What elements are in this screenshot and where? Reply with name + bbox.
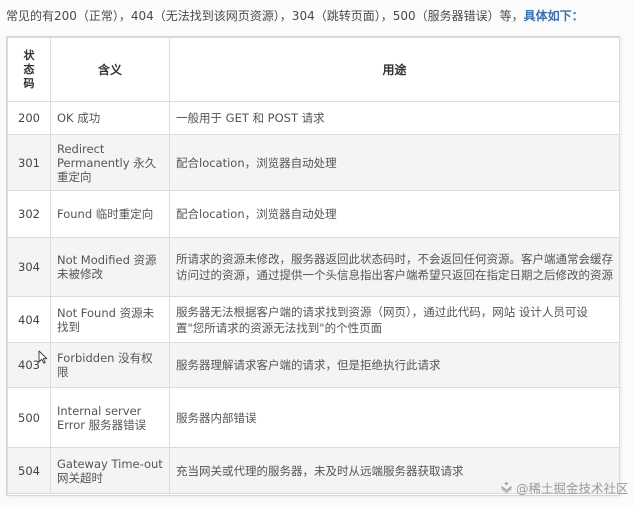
header-usage: 用途	[169, 37, 620, 102]
table-header-row: 状态码 含义 用途	[7, 37, 620, 102]
header-code: 状态码	[7, 37, 51, 102]
cell-code: 200	[7, 101, 51, 135]
juejin-logo-icon	[500, 481, 513, 494]
cell-code: 304	[7, 237, 51, 297]
status-code-table: 状态码 含义 用途 200 OK 成功 一般用于 GET 和 POST 请求 3…	[7, 37, 620, 494]
cell-usage: 一般用于 GET 和 POST 请求	[169, 101, 620, 135]
mouse-pointer-icon	[38, 350, 48, 364]
table-row: 403 Forbidden 没有权限 服务器理解请求客户端的请求，但是拒绝执行此…	[7, 342, 620, 388]
cell-meaning: Found 临时重定向	[50, 190, 170, 238]
cell-usage: 服务器内部错误	[169, 387, 620, 448]
cell-code: 504	[7, 447, 51, 494]
table-row: 302 Found 临时重定向 配合location，浏览器自动处理	[7, 190, 620, 238]
cell-meaning: OK 成功	[50, 101, 170, 135]
status-code-table-container: 状态码 含义 用途 200 OK 成功 一般用于 GET 和 POST 请求 3…	[6, 36, 620, 496]
cell-code: 301	[7, 134, 51, 191]
cell-code: 500	[7, 387, 51, 448]
cell-code: 404	[7, 296, 51, 343]
cell-meaning: Not Found 资源未找到	[50, 296, 170, 343]
header-meaning: 含义	[50, 37, 170, 102]
cell-usage: 服务器理解请求客户端的请求，但是拒绝执行此请求	[169, 342, 620, 388]
intro-emphasis: 具体如下：	[523, 9, 584, 23]
cell-meaning: Not Modified 资源未被修改	[50, 237, 170, 297]
intro-paragraph: 常见的有200（正常），404（无法找到该网页资源），304（跳转页面），500…	[6, 7, 631, 25]
cell-meaning: Forbidden 没有权限	[50, 342, 170, 388]
table-row: 301 Redirect Permanently 永久重定向 配合locatio…	[7, 134, 620, 191]
cell-usage: 服务器无法根据客户端的请求找到资源（网页），通过此代码，网站 设计人员可设置"您…	[169, 296, 620, 343]
cell-code: 302	[7, 190, 51, 238]
cell-meaning: Internal server Error 服务器错误	[50, 387, 170, 448]
cell-usage: 配合location，浏览器自动处理	[169, 134, 620, 191]
watermark: @稀土掘金技术社区	[500, 478, 629, 497]
table-row: 500 Internal server Error 服务器错误 服务器内部错误	[7, 387, 620, 448]
cell-meaning: Redirect Permanently 永久重定向	[50, 134, 170, 191]
cell-usage: 配合location，浏览器自动处理	[169, 190, 620, 238]
cell-usage: 所请求的资源未修改，服务器返回此状态码时，不会返回任何资源。客户端通常会缓存访问…	[169, 237, 620, 297]
table-row: 200 OK 成功 一般用于 GET 和 POST 请求	[7, 101, 620, 135]
intro-text: 常见的有200（正常），404（无法找到该网页资源），304（跳转页面），500…	[6, 9, 524, 23]
watermark-text: @稀土掘金技术社区	[516, 481, 629, 496]
table-row: 304 Not Modified 资源未被修改 所请求的资源未修改，服务器返回此…	[7, 237, 620, 297]
table-row: 404 Not Found 资源未找到 服务器无法根据客户端的请求找到资源（网页…	[7, 296, 620, 343]
page: 常见的有200（正常），404（无法找到该网页资源），304（跳转页面），500…	[0, 0, 635, 507]
cell-meaning: Gateway Time-out网关超时	[50, 447, 170, 494]
header-code-label: 状态码	[23, 48, 35, 90]
